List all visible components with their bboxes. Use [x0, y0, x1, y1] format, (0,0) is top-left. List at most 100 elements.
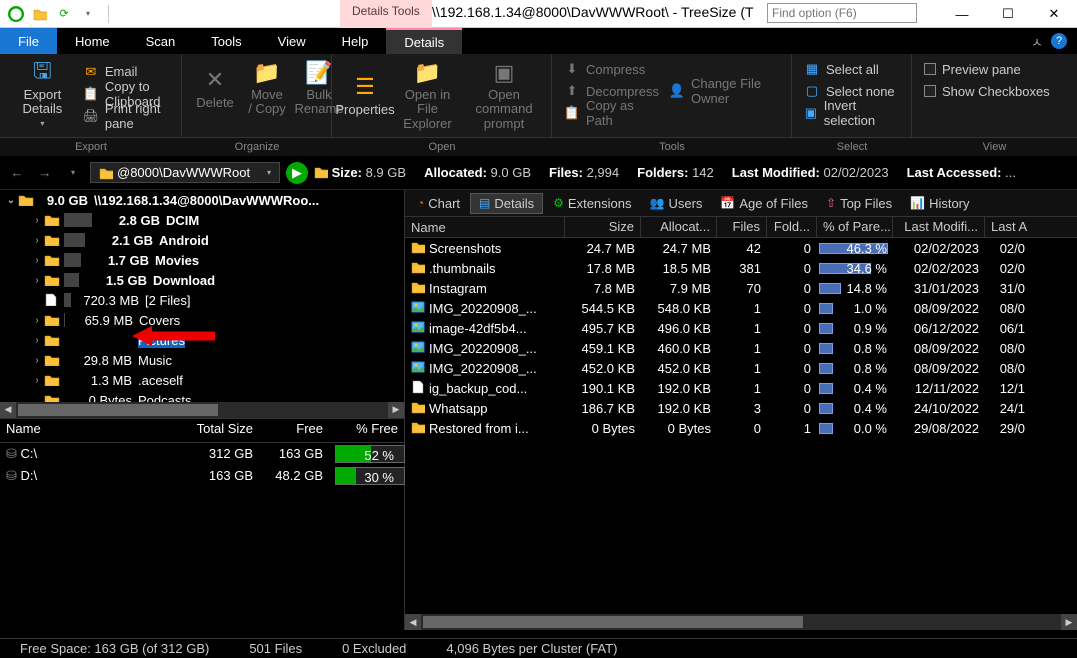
delete-button[interactable]: ✕Delete [190, 58, 240, 119]
tree-item[interactable]: 0 BytesPodcasts [0, 390, 404, 402]
expand-icon[interactable]: › [30, 355, 44, 366]
scroll-thumb[interactable] [18, 404, 218, 416]
maximize-button[interactable]: ☐ [985, 0, 1031, 28]
change-owner-button[interactable]: 👤Change File Owner [665, 80, 783, 102]
menu-help[interactable]: Help [324, 28, 387, 54]
expand-icon[interactable]: › [30, 255, 44, 266]
menu-tools[interactable]: Tools [193, 28, 259, 54]
minimize-button[interactable]: ― [939, 0, 985, 28]
tab-extensions[interactable]: ⚙Extensions [545, 194, 639, 213]
menu-file[interactable]: File [0, 28, 57, 54]
grid-row[interactable]: Screenshots24.7 MB24.7 MB42046.3 %02/02/… [405, 238, 1077, 258]
select-all-icon: ▦ [804, 61, 820, 77]
tree-item[interactable]: 720.3 MB[2 Files] [0, 290, 404, 310]
select-all-button[interactable]: ▦Select all [800, 58, 903, 80]
tab-age[interactable]: 📅Age of Files [712, 194, 816, 213]
copy-path-button[interactable]: 📋Copy as Path [560, 102, 663, 124]
path-box[interactable]: @8000\DavWWWRoot ▾ [90, 162, 280, 183]
compress-button[interactable]: ⬇Compress [560, 58, 663, 80]
grid-row[interactable]: IMG_20220908_...459.1 KB460.0 KB100.8 %0… [405, 338, 1077, 358]
tree-item[interactable]: ›29.8 MBMusic [0, 350, 404, 370]
tab-history[interactable]: 📊History [902, 194, 977, 213]
menu-details[interactable]: Details [386, 28, 462, 54]
collapse-icon[interactable]: ⌄ [4, 195, 18, 206]
grid-row[interactable]: Restored from i...0 Bytes0 Bytes010.0 %2… [405, 418, 1077, 438]
tab-chart[interactable]: ◔Chart [409, 194, 468, 213]
tree-item[interactable]: ›2.8 GBDCIM [0, 210, 404, 230]
show-checkboxes-check[interactable]: Show Checkboxes [920, 80, 1069, 102]
grid-scrollbar[interactable]: ◀ ▶ [405, 614, 1077, 630]
expand-icon[interactable]: › [30, 235, 44, 246]
cmd-button[interactable]: ▣Open command prompt [465, 58, 543, 133]
tree-item[interactable]: ›1.7 GBMovies [0, 250, 404, 270]
folder-icon [44, 393, 62, 402]
tab-details[interactable]: ▤Details [470, 193, 543, 214]
grid-row[interactable]: Instagram7.8 MB7.9 MB70014.8 %31/01/2023… [405, 278, 1077, 298]
tree-root[interactable]: ⌄ 9.0 GB \\192.168.1.34@8000\DavWWWRoo..… [0, 190, 404, 210]
scroll-left-button[interactable]: ◀ [405, 614, 421, 630]
drive-row[interactable]: ⛁ C:\312 GB163 GB52 % [0, 443, 404, 465]
ext-icon: ⚙ [553, 196, 564, 210]
grid-row[interactable]: Whatsapp186.7 KB192.0 KB300.4 %24/10/202… [405, 398, 1077, 418]
grid-body[interactable]: Screenshots24.7 MB24.7 MB42046.3 %02/02/… [405, 238, 1077, 614]
scroll-thumb[interactable] [423, 616, 803, 628]
file-icon [44, 293, 62, 307]
qat-refresh-icon[interactable]: ⟳ [56, 6, 72, 22]
print-right-button[interactable]: 🖨Print right pane [79, 105, 173, 127]
menu-scan[interactable]: Scan [128, 28, 194, 54]
close-button[interactable]: ✕ [1031, 0, 1077, 28]
grid-header[interactable]: Name Size Allocat... Files Fold... % of … [405, 216, 1077, 238]
nav-back-button[interactable]: ← [6, 162, 28, 184]
grid-row[interactable]: image-42df5b4...495.7 KB496.0 KB100.9 %0… [405, 318, 1077, 338]
open-explorer-button[interactable]: 📁Open in File Explorer [392, 58, 463, 133]
tree-item[interactable]: ›Pictures [0, 330, 404, 350]
collapse-ribbon-icon[interactable]: ㅅ [1031, 32, 1043, 51]
help-icon[interactable]: ? [1051, 33, 1067, 49]
expand-icon[interactable]: › [30, 335, 44, 346]
menu-view[interactable]: View [260, 28, 324, 54]
menu-home[interactable]: Home [57, 28, 128, 54]
expand-icon[interactable]: › [30, 275, 44, 286]
tree-item[interactable]: ›1.5 GBDownload [0, 270, 404, 290]
drive-row[interactable]: ⛁ D:\163 GB48.2 GB30 % [0, 465, 404, 487]
scan-button[interactable]: ▶ [286, 162, 308, 184]
expand-icon[interactable]: › [30, 215, 44, 226]
expand-icon[interactable]: › [30, 315, 44, 326]
drives-header[interactable]: Name Total Size Free % Free [0, 419, 404, 443]
tree-item[interactable]: ›2.1 GBAndroid [0, 230, 404, 250]
grid-row[interactable]: .thumbnails17.8 MB18.5 MB381034.6 %02/02… [405, 258, 1077, 278]
tab-users[interactable]: 👥Users [642, 194, 711, 213]
tab-top[interactable]: ⇧Top Files [818, 194, 900, 213]
explorer-icon: 📁 [414, 60, 441, 86]
nav-fwd-button[interactable]: → [34, 162, 56, 184]
row-icon [411, 300, 425, 317]
drives-panel: Name Total Size Free % Free ⛁ C:\312 GB1… [0, 418, 404, 631]
scroll-left-button[interactable]: ◀ [0, 402, 16, 418]
invert-icon: ▣ [804, 105, 818, 121]
tree-item[interactable]: ›1.3 MB.aceself [0, 370, 404, 390]
scroll-right-button[interactable]: ▶ [1061, 614, 1077, 630]
scroll-right-button[interactable]: ▶ [388, 402, 404, 418]
search-input[interactable] [767, 3, 917, 23]
search-box[interactable] [767, 3, 917, 23]
folder-icon [44, 313, 62, 327]
invert-button[interactable]: ▣Invert selection [800, 102, 903, 124]
clipboard-icon: 📋 [83, 86, 99, 102]
directory-tree[interactable]: ⌄ 9.0 GB \\192.168.1.34@8000\DavWWWRoo..… [0, 190, 404, 402]
right-panel: ◔Chart ▤Details ⚙Extensions 👥Users 📅Age … [405, 190, 1077, 630]
tree-scrollbar[interactable]: ◀ ▶ [0, 402, 404, 418]
detail-tabs: ◔Chart ▤Details ⚙Extensions 👥Users 📅Age … [405, 190, 1077, 216]
preview-pane-check[interactable]: Preview pane [920, 58, 1069, 80]
qat-dropdown-icon[interactable]: ▾ [80, 6, 96, 22]
expand-icon[interactable]: › [30, 375, 44, 386]
tree-item[interactable]: ›65.9 MBCovers [0, 310, 404, 330]
move-copy-button[interactable]: 📁Move / Copy [242, 58, 292, 119]
qat-open-icon[interactable] [32, 6, 48, 22]
nav-up-button[interactable]: ▾ [62, 162, 84, 184]
grid-row[interactable]: ig_backup_cod...190.1 KB192.0 KB100.4 %1… [405, 378, 1077, 398]
grid-row[interactable]: IMG_20220908_...544.5 KB548.0 KB101.0 %0… [405, 298, 1077, 318]
export-icon: 🖫 [33, 60, 52, 86]
export-details-button[interactable]: 🖫 Export Details ▾ [8, 58, 77, 130]
grid-row[interactable]: IMG_20220908_...452.0 KB452.0 KB100.8 %0… [405, 358, 1077, 378]
properties-button[interactable]: ☰Properties [340, 58, 390, 133]
